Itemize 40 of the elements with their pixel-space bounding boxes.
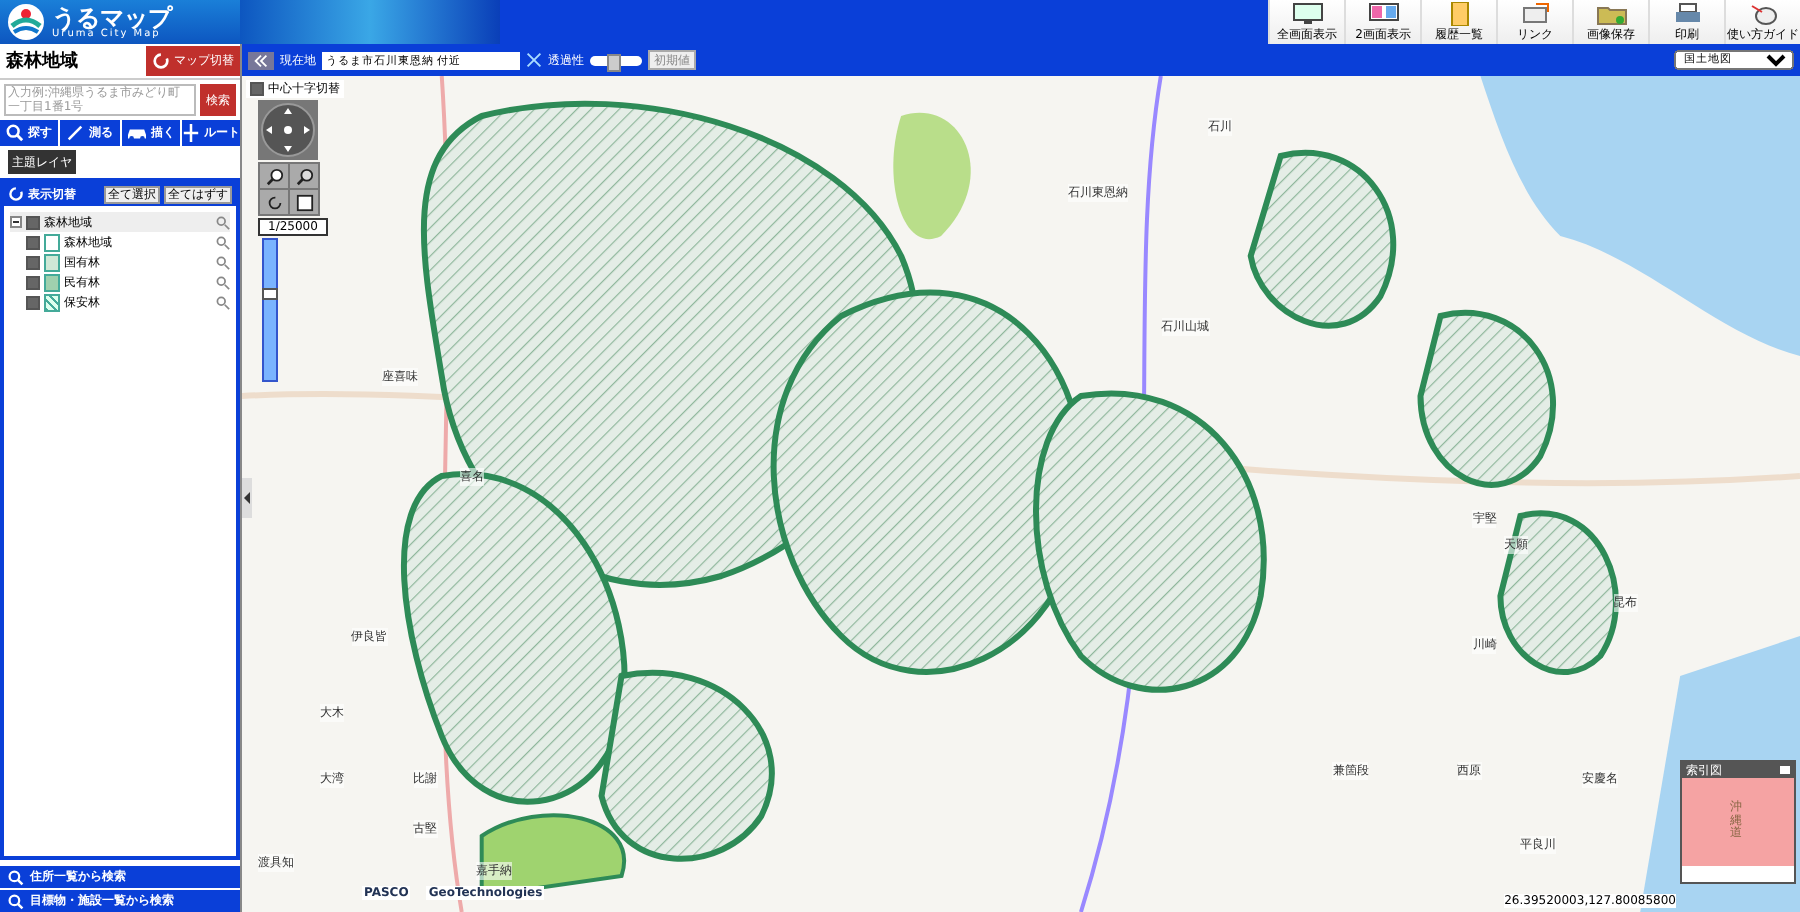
magnifier-icon[interactable] (216, 275, 230, 289)
collapse-icon[interactable] (248, 51, 274, 69)
dual-screen-icon (1367, 1, 1399, 25)
printer-icon (1671, 1, 1703, 25)
layer-checkbox[interactable] (26, 235, 40, 249)
mouse-icon (1747, 1, 1779, 25)
layer-checkbox[interactable] (26, 275, 40, 289)
app-title: うるマップ (52, 5, 172, 29)
crosshair-checkbox[interactable] (250, 82, 264, 96)
city-logo-icon (6, 2, 46, 42)
zoom-slider[interactable] (262, 238, 278, 382)
panel-toggle-icon[interactable] (242, 477, 252, 518)
ruler-icon (66, 124, 85, 142)
refresh-icon (8, 186, 24, 202)
sidebar-title: 森林地域 (6, 48, 78, 74)
zoom-out-icon[interactable] (290, 164, 318, 188)
link-icon (1519, 1, 1551, 25)
car-icon (125, 124, 148, 142)
slider-thumb[interactable] (606, 53, 621, 71)
magnifier-icon[interactable] (216, 255, 230, 269)
layer-checkbox[interactable] (26, 215, 40, 229)
zoom-in-icon[interactable] (260, 164, 288, 188)
search-icon (8, 893, 24, 909)
search-icon (8, 869, 24, 885)
magnifier-icon[interactable] (216, 235, 230, 249)
refresh-icon (152, 52, 170, 70)
crosshair-icon[interactable] (526, 52, 542, 68)
folder-icon (1595, 1, 1627, 25)
layer-checkbox[interactable] (26, 295, 40, 309)
rotate-icon[interactable] (260, 190, 288, 214)
magnifier-icon[interactable] (216, 295, 230, 309)
expander-icon[interactable] (10, 216, 22, 228)
magnifier-icon[interactable] (216, 215, 230, 229)
layer-checkbox[interactable] (26, 255, 40, 269)
search-icon (6, 124, 25, 142)
monitor-icon (1291, 1, 1323, 25)
pan-control-icon[interactable] (258, 100, 318, 160)
route-icon (181, 124, 200, 142)
zoom-box-icon[interactable] (290, 190, 318, 214)
zoom-slider-thumb[interactable] (262, 287, 278, 300)
